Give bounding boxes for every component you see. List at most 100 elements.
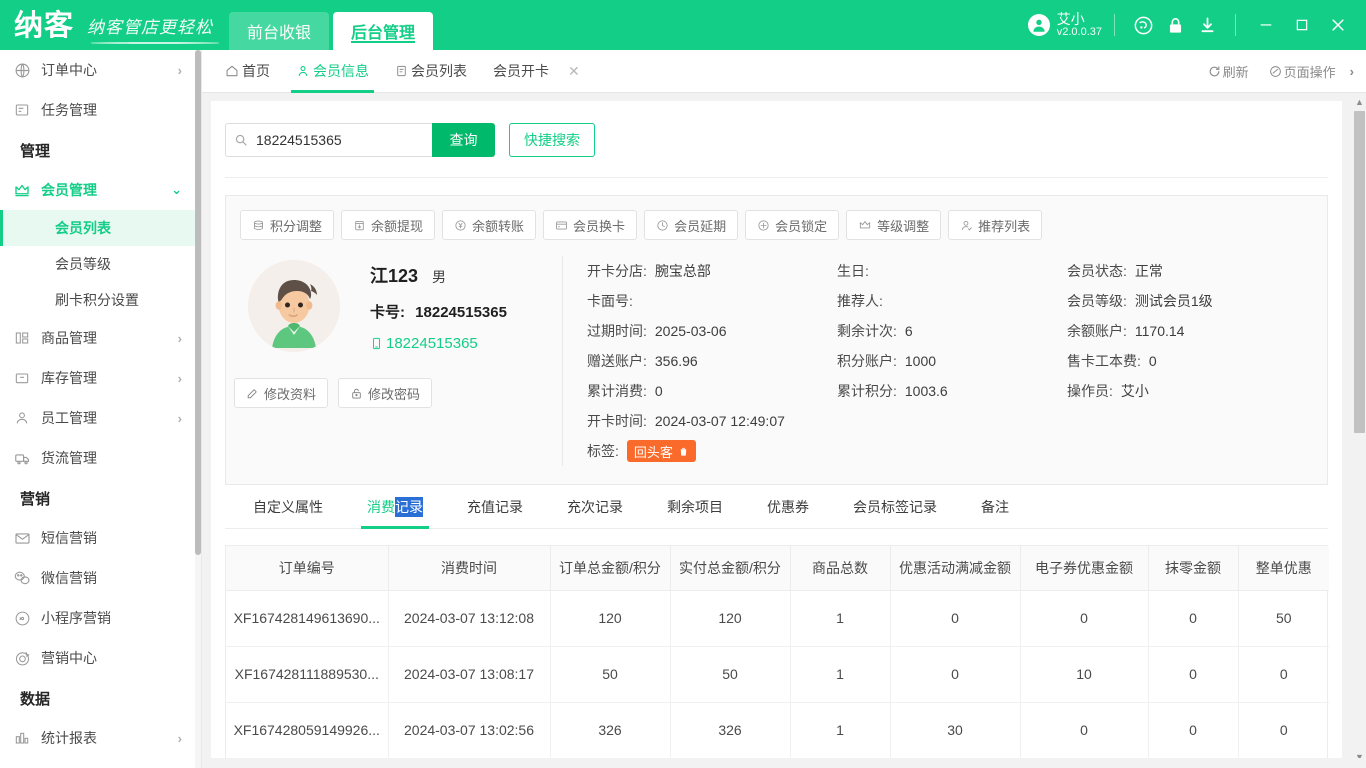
cell-total: 120 [550, 590, 671, 647]
member-phone-row[interactable]: 18224515365 [370, 335, 562, 352]
download-icon[interactable] [1191, 9, 1223, 41]
tab-bar-right: 刷新 页面操作 › [1198, 62, 1366, 81]
sidebar-item-staff-management[interactable]: 员工管理 › [0, 398, 196, 438]
table-row[interactable]: XF167428111889530... 2024-03-07 13:08:17… [226, 646, 1329, 703]
subtab-label-plain: 消费 [367, 498, 395, 515]
topnav-backend-label: 后台管理 [351, 25, 416, 42]
quick-search-button[interactable]: 快捷搜索 [509, 123, 595, 157]
subtab-times-records[interactable]: 充次记录 [545, 485, 645, 529]
member-card-no: 18224515365 [415, 304, 507, 321]
subtab-coupons[interactable]: 优惠券 [745, 485, 831, 529]
maximize-icon[interactable] [1284, 9, 1320, 41]
minimize-icon[interactable] [1248, 9, 1284, 41]
subtab-label: 充次记录 [567, 498, 623, 515]
sidebar-item-marketing-center[interactable]: 营销中心 [0, 638, 196, 678]
sidebar-item-goods-management[interactable]: 商品管理 › [0, 318, 196, 358]
points-adjust-button[interactable]: 积分调整 [240, 210, 335, 240]
tabbar-expand-icon[interactable]: › [1346, 64, 1358, 79]
subtab-member-tag-records[interactable]: 会员标签记录 [831, 485, 959, 529]
column-header[interactable]: 订单总金额/积分 [550, 546, 671, 591]
member-edit-buttons: 修改资料 修改密码 [226, 378, 562, 408]
headset-icon[interactable] [1127, 9, 1159, 41]
sidebar-item-logistics-management[interactable]: 货流管理 [0, 438, 196, 478]
column-header[interactable]: 整单优惠 [1238, 546, 1329, 591]
cell-total: 50 [550, 646, 671, 703]
field-row: 累计积分: 1003.6 [837, 376, 1067, 406]
cell-order-discount: 50 [1238, 590, 1329, 647]
cell-paid: 50 [670, 646, 791, 703]
edit-password-button[interactable]: 修改密码 [338, 378, 433, 408]
task-icon [12, 100, 32, 120]
sidebar-scrollbar-thumb[interactable] [195, 50, 201, 555]
column-header[interactable]: 电子券优惠金额 [1020, 546, 1149, 591]
sidebar-item-statistics-report[interactable]: 统计报表 › [0, 718, 196, 758]
cell-order-no: XF167428059149926... [226, 702, 389, 759]
balance-withdraw-button[interactable]: 余额提现 [341, 210, 436, 240]
table-row[interactable]: XF167428059149926... 2024-03-07 13:02:56… [226, 702, 1329, 759]
subtab-custom-attributes[interactable]: 自定义属性 [231, 485, 345, 529]
sidebar-item-task-management[interactable]: 任务管理 [0, 90, 196, 130]
sidebar-item-member-level[interactable]: 会员等级 [0, 246, 196, 282]
subtab-consumption-records[interactable]: 消费 记录 [345, 485, 445, 529]
search-icon [234, 133, 248, 147]
tab-member-open-card[interactable]: 会员开卡 [480, 50, 562, 93]
balance-transfer-button[interactable]: 余额转账 [442, 210, 537, 240]
level-adjust-button[interactable]: 等级调整 [846, 210, 942, 240]
field-label: 剩余计次: [837, 323, 897, 339]
action-label: 余额转账 [472, 218, 525, 234]
member-change-card-button[interactable]: 会员换卡 [543, 210, 638, 240]
field-row: 余额账户: 1170.14 [1067, 316, 1307, 346]
person-icon [960, 219, 973, 232]
page-operations-button[interactable]: 页面操作 [1259, 62, 1346, 81]
status-badge[interactable]: 回头客 [626, 440, 696, 462]
column-header[interactable]: 实付总金额/积分 [670, 546, 791, 591]
sidebar-item-sms-marketing[interactable]: 短信营销 [0, 518, 196, 558]
query-button[interactable]: 查询 [432, 123, 495, 157]
search-box[interactable] [225, 123, 432, 157]
sidebar-item-stock-management[interactable]: 库存管理 › [0, 358, 196, 398]
member-lock-button[interactable]: 会员锁定 [745, 210, 840, 240]
subtab-remaining-items[interactable]: 剩余项目 [645, 485, 745, 529]
user-block[interactable]: 艾小 v2.0.0.37 [1027, 12, 1102, 38]
field-value: 测试会员1级 [1134, 293, 1213, 309]
content-scrollbar-thumb[interactable] [1354, 111, 1365, 433]
sidebar-item-member-list[interactable]: 会员列表 [0, 210, 196, 246]
trash-icon[interactable] [678, 446, 689, 457]
user-icon [12, 408, 32, 428]
referral-list-button[interactable]: 推荐列表 [948, 210, 1043, 240]
member-extend-button[interactable]: 会员延期 [644, 210, 739, 240]
refresh-button[interactable]: 刷新 [1198, 62, 1259, 81]
column-header[interactable]: 抹零金额 [1148, 546, 1239, 591]
edit-profile-label: 修改资料 [264, 386, 317, 402]
search-input[interactable] [254, 131, 414, 149]
sidebar-item-label: 库存管理 [41, 370, 97, 386]
sidebar-item-member-management[interactable]: 会员管理 ⌄ [0, 170, 196, 210]
sidebar-item-card-points-setting[interactable]: 刷卡积分设置 [0, 282, 196, 318]
column-header[interactable]: 消费时间 [388, 546, 551, 591]
tab-home[interactable]: 首页 [212, 50, 283, 93]
tab-member-list[interactable]: 会员列表 [382, 50, 480, 93]
edit-profile-button[interactable]: 修改资料 [234, 378, 329, 408]
topnav-backend[interactable]: 后台管理 [333, 12, 434, 50]
subtab-label: 会员标签记录 [853, 498, 937, 515]
action-label: 会员换卡 [573, 218, 626, 234]
column-header[interactable]: 订单编号 [226, 546, 389, 591]
table-row[interactable]: XF167428149613690... 2024-03-07 13:12:08… [226, 590, 1329, 647]
column-header[interactable]: 商品总数 [790, 546, 891, 591]
lock-icon[interactable] [1159, 9, 1191, 41]
sidebar-item-miniprogram-marketing[interactable]: 小程序营销 [0, 598, 196, 638]
cell-evoucher: 0 [1020, 590, 1149, 647]
topnav-front-desk[interactable]: 前台收银 [229, 12, 330, 50]
sidebar-item-order-center[interactable]: 订单中心 › [0, 50, 196, 90]
tab-member-info[interactable]: 会员信息 [283, 50, 382, 93]
sidebar-item-wechat-marketing[interactable]: 微信营销 [0, 558, 196, 598]
cell-time: 2024-03-07 13:08:17 [388, 646, 551, 703]
subtab-remarks[interactable]: 备注 [959, 485, 1031, 529]
scroll-up-icon[interactable]: ▲ [1354, 95, 1365, 109]
close-icon[interactable] [1320, 9, 1356, 41]
member-detail-columns: 开卡分店: 腕宝总部 卡面号: 过期时间: 2025-03-06 赠送账户: 356.… [562, 256, 1327, 466]
column-header[interactable]: 优惠活动满减金额 [890, 546, 1021, 591]
subtab-recharge-records[interactable]: 充值记录 [445, 485, 545, 529]
tab-close-icon[interactable]: ✕ [562, 63, 586, 80]
subtab-label-selected: 记录 [395, 496, 423, 517]
